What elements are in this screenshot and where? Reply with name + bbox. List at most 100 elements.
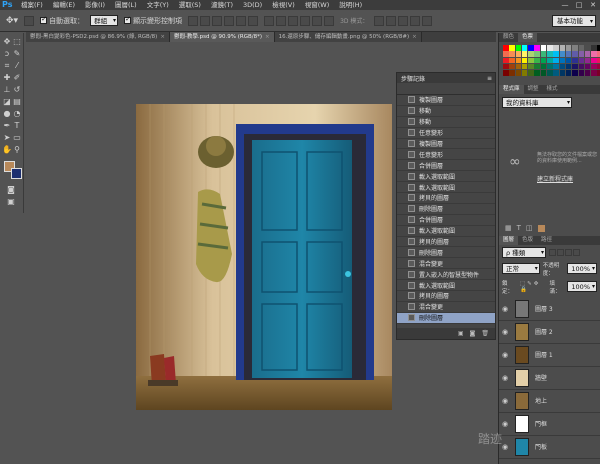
close-icon[interactable]: × (160, 34, 165, 40)
tab-swatches[interactable]: 色票 (518, 33, 538, 42)
history-state-item[interactable]: 複製圖層 (397, 139, 495, 150)
3d-rotate-icon[interactable] (374, 15, 385, 26)
color-swatch[interactable] (521, 45, 528, 51)
history-state-item[interactable]: 複製圖層 (397, 95, 495, 106)
quick-select-tool-icon[interactable]: ✎ (12, 49, 22, 59)
color-swatch[interactable] (584, 70, 591, 76)
align-top-icon[interactable] (188, 15, 199, 26)
history-state-item[interactable]: 移動 (397, 106, 495, 117)
tab-color[interactable]: 顏色 (499, 33, 518, 42)
align-bottom-icon[interactable] (212, 15, 223, 26)
menu-filter[interactable]: 濾鏡(T) (206, 0, 238, 10)
layer-kind-filter[interactable]: ρ 種類 (502, 246, 546, 258)
eyedropper-tool-icon[interactable]: ⁄ (12, 61, 22, 71)
color-swatch[interactable] (591, 51, 597, 57)
color-swatch[interactable] (553, 51, 559, 57)
color-swatch[interactable] (578, 45, 585, 51)
color-swatch[interactable] (547, 45, 553, 51)
align-left-icon[interactable] (224, 15, 235, 26)
crop-tool-icon[interactable]: ⌗ (2, 61, 12, 71)
color-swatch[interactable] (515, 63, 522, 70)
tab-document-1[interactable]: 鬱悶-黑白變彩色-PSD2.psd @ 86.9% (綠, RGB/8) × (26, 32, 170, 42)
quick-mask-icon[interactable]: ◙ (6, 185, 16, 195)
filter-pixel-icon[interactable] (549, 248, 556, 256)
align-vcenter-icon[interactable] (200, 15, 211, 26)
healing-brush-tool-icon[interactable]: ✚ (2, 73, 12, 83)
color-swatch[interactable] (547, 57, 553, 64)
menu-help[interactable]: 說明(H) (334, 0, 367, 10)
history-state-item[interactable]: 拷貝的圖層 (397, 193, 495, 204)
new-document-from-state-icon[interactable]: ▣ (458, 330, 464, 337)
color-swatch[interactable] (528, 70, 534, 76)
move-tool-icon[interactable]: ✥ (2, 37, 12, 47)
hand-tool-icon[interactable]: ✋ (2, 145, 12, 155)
color-swatch[interactable] (515, 45, 522, 51)
color-swatch[interactable] (509, 45, 515, 51)
history-state-item[interactable]: 混合變更 (397, 258, 495, 270)
brush-tool-icon[interactable]: ✐ (12, 73, 22, 83)
visibility-eye-icon[interactable]: ◉ (499, 351, 511, 359)
move-tool-icon[interactable]: ✥▾ (6, 16, 18, 26)
color-swatch[interactable] (572, 45, 578, 51)
3d-pan-icon[interactable] (398, 15, 409, 26)
color-swatch[interactable] (584, 45, 591, 51)
blur-tool-icon[interactable]: ● (2, 109, 12, 119)
menu-layer[interactable]: 圖層(L) (110, 0, 142, 10)
color-swatch[interactable] (528, 63, 534, 70)
color-swatch[interactable] (578, 63, 585, 70)
color-swatch[interactable] (578, 70, 585, 76)
visibility-eye-icon[interactable]: ◉ (499, 328, 511, 336)
zoom-tool-icon[interactable]: ⚲ (12, 145, 22, 155)
visibility-eye-icon[interactable]: ◉ (499, 420, 511, 428)
snapshot-camera-icon[interactable]: ◙ (470, 330, 476, 337)
color-swatch[interactable] (559, 63, 566, 70)
color-swatch[interactable] (540, 45, 547, 51)
3d-roll-icon[interactable] (386, 15, 397, 26)
color-swatch[interactable] (503, 70, 509, 76)
filter-type-icon[interactable] (565, 248, 572, 256)
history-state-item[interactable]: 載入選取範圍 (397, 226, 495, 237)
color-swatch[interactable] (559, 51, 566, 57)
distribute-left-icon[interactable] (300, 15, 311, 26)
panel-menu-icon[interactable]: ≡ (487, 75, 492, 82)
color-swatch[interactable] (528, 45, 534, 51)
color-swatch[interactable] (521, 57, 528, 64)
shape-tool-icon[interactable]: ▭ (12, 133, 22, 143)
distribute-bottom-icon[interactable] (288, 15, 299, 26)
history-state-item[interactable]: 拷貝的圖層 (397, 291, 495, 302)
3d-slide-icon[interactable] (410, 15, 421, 26)
color-swatch[interactable] (540, 57, 547, 64)
color-swatch[interactable] (547, 51, 553, 57)
auto-select-checkbox[interactable]: 自動選取： (40, 15, 84, 26)
add-text-icon[interactable]: T (517, 224, 521, 232)
color-swatch[interactable] (584, 63, 591, 70)
tab-document-2[interactable]: 鬱悶-教學.psd @ 90.9% (RGB/8*) × (169, 32, 275, 42)
blend-mode-dropdown[interactable]: 正常 (502, 263, 540, 275)
history-state-item[interactable]: 刪除圖層 (397, 247, 495, 259)
color-swatch[interactable] (591, 70, 597, 76)
add-color-icon[interactable] (537, 224, 545, 232)
color-swatch[interactable] (553, 70, 559, 76)
history-state-item[interactable]: 合併圖層 (397, 215, 495, 226)
menu-select[interactable]: 選取(S) (174, 0, 206, 10)
layer-row[interactable]: ◉ 門框 (499, 413, 600, 436)
visibility-eye-icon[interactable]: ◉ (499, 397, 511, 405)
auto-select-dropdown[interactable]: 群組 (90, 15, 119, 26)
menu-image[interactable]: 影像(I) (80, 0, 110, 10)
close-window-button[interactable]: ✕ (586, 0, 600, 10)
workspace-dropdown[interactable]: 基本功能 (552, 14, 596, 27)
color-swatch[interactable] (540, 63, 547, 70)
color-swatch[interactable] (584, 51, 591, 57)
color-swatch[interactable] (591, 45, 597, 51)
color-swatch[interactable] (565, 63, 572, 70)
distribute-vcenter-icon[interactable] (276, 15, 287, 26)
color-swatch[interactable] (509, 51, 515, 57)
history-state-item[interactable]: 混合變更 (397, 302, 495, 313)
history-state-item[interactable]: 載入選取範圍 (397, 280, 495, 292)
document-canvas-image[interactable] (136, 104, 392, 410)
path-select-tool-icon[interactable]: ➤ (2, 133, 12, 143)
history-state-item[interactable]: 任意變形 (397, 128, 495, 139)
align-hcenter-icon[interactable] (236, 15, 247, 26)
layer-row[interactable]: ◉ 圖層 3 (499, 298, 600, 321)
background-color-swatch[interactable] (11, 168, 22, 179)
